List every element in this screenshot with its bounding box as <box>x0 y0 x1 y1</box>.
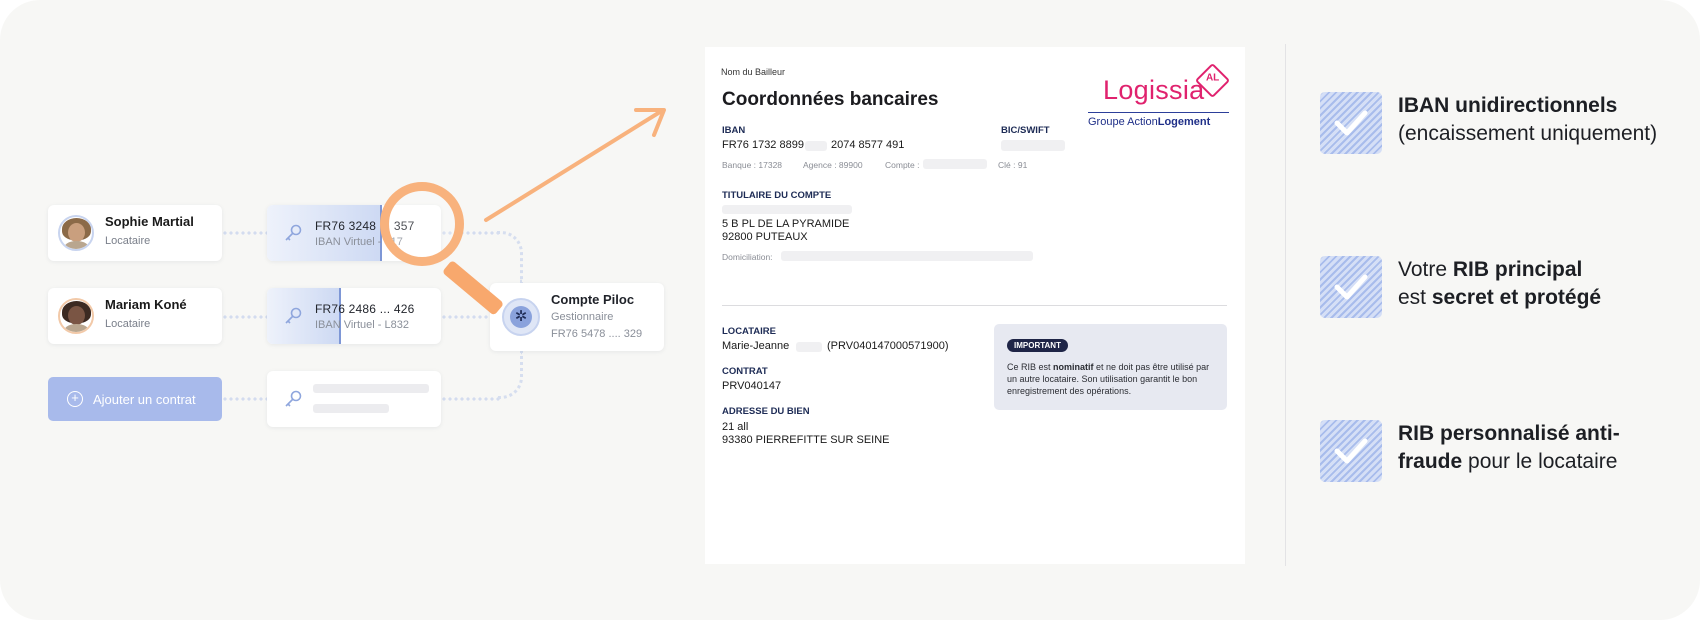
feature-text-bold: RIB personnalisé anti- <box>1398 422 1620 445</box>
connector-curve <box>497 231 523 283</box>
connector-line <box>441 396 501 402</box>
holder-address-line-2: 92800 PUTEAUX <box>722 231 808 243</box>
iban-label: IBAN Virtuel - L832 <box>315 319 409 331</box>
illustration-frame: Sophie Martial Locataire Mariam Koné Loc… <box>0 0 1700 620</box>
plus-circle-icon: + <box>67 391 83 407</box>
feature-text-bold: RIB principal <box>1452 258 1583 281</box>
tenant-role: Locataire <box>105 235 151 247</box>
contract-value: PRV040147 <box>722 380 782 392</box>
agency-code: Agence : 89900 <box>803 160 863 170</box>
placeholder-bar <box>313 384 429 393</box>
feature-text: Votre RIB principal est secret et protégé <box>1398 256 1601 312</box>
redacted-tenant <box>796 342 822 352</box>
brand-rule <box>1088 112 1229 113</box>
tenant-name: Sophie Martial <box>105 214 194 229</box>
connector-line <box>441 314 490 320</box>
contract-label: CONTRAT <box>722 366 768 377</box>
account-number: Compte : <box>885 160 920 170</box>
tenant-reference: (PRV040147000571900) <box>827 340 949 352</box>
piloc-logo-icon: ✲ <box>502 298 540 336</box>
tenant-role: Locataire <box>105 318 151 330</box>
notice-text-start: Ce RIB est <box>1007 362 1054 372</box>
bic-label: BIC/SWIFT <box>1001 125 1050 136</box>
feature-item: IBAN unidirectionnels (encaissement uniqu… <box>1320 92 1680 154</box>
magnifier-icon <box>380 182 464 266</box>
key-icon <box>283 223 303 248</box>
iban-label: IBAN <box>722 125 746 136</box>
redacted-iban <box>805 141 827 151</box>
document-title: Coordonnées bancaires <box>722 89 939 110</box>
tenant-name: Marie-Jeanne <box>722 340 790 352</box>
manager-account-name: Compte Piloc <box>551 292 635 307</box>
tenant-card[interactable]: Mariam Koné Locataire <box>48 288 222 344</box>
checkbox-icon <box>1320 92 1382 154</box>
redacted-account <box>923 159 987 169</box>
arrow-icon <box>484 108 666 222</box>
notice-text-bold: nominatif <box>1053 362 1094 372</box>
feature-text-normal: pour le locataire <box>1462 450 1618 473</box>
connector-curve <box>497 351 523 399</box>
manager-account-card[interactable]: ✲ Compte Piloc Gestionnaire FR76 5478 ..… <box>490 283 664 351</box>
feature-text-normal: est <box>1398 286 1432 309</box>
feature-text-bold: secret et protégé <box>1431 286 1602 309</box>
feature-text-bold: fraude <box>1398 450 1463 473</box>
tenant-card[interactable]: Sophie Martial Locataire <box>48 205 222 261</box>
property-address-line-2: 93380 PIERREFITTE SUR SEINE <box>722 434 890 446</box>
brand-name: Logissia <box>1103 75 1205 105</box>
connector-line <box>222 230 267 236</box>
avatar-icon <box>58 215 94 251</box>
holder-address-line-1: 5 B PL DE LA PYRAMIDE <box>722 218 850 230</box>
placeholder-iban-card <box>267 371 441 427</box>
add-contract-button[interactable]: + Ajouter un contrat <box>48 377 222 421</box>
brand-group-suffix: Logement <box>1157 116 1211 128</box>
key-icon <box>283 389 303 414</box>
property-address-label: ADRESSE DU BIEN <box>722 406 810 417</box>
brand-badge-text: AL <box>1205 72 1220 84</box>
manager-account-role: Gestionnaire <box>551 311 614 323</box>
rib-document: Nom du Bailleur Coordonnées bancaires Lo… <box>705 47 1245 564</box>
checkbox-icon <box>1320 420 1382 482</box>
iban-number: FR76 2486 ... 426 <box>315 302 415 316</box>
tenant-name: Mariam Koné <box>105 297 187 312</box>
feature-text-normal: Votre <box>1398 258 1453 281</box>
checkbox-icon <box>1320 256 1382 318</box>
property-address-line-1: 21 all <box>722 421 749 433</box>
tenant-label: LOCATAIRE <box>722 326 777 337</box>
domiciliation-label: Domiciliation: <box>722 252 773 262</box>
important-notice: IMPORTANT Ce RIB est nominatif et ne doi… <box>994 324 1227 410</box>
redacted-domiciliation <box>781 251 1033 261</box>
card-highlight-bar <box>339 288 341 344</box>
account-holder-label: TITULAIRE DU COMPTE <box>722 190 832 201</box>
iban-part-1: FR76 1732 8899 <box>722 139 804 151</box>
avatar-icon <box>58 298 94 334</box>
placeholder-bar <box>313 404 389 413</box>
vertical-divider <box>1285 44 1286 566</box>
feature-item: RIB personnalisé anti-fraude pour le loc… <box>1320 420 1680 482</box>
important-text: Ce RIB est nominatif et ne doit pas être… <box>1007 361 1220 397</box>
bank-code: Banque : 17328 <box>722 160 783 170</box>
feature-text: RIB personnalisé anti-fraude pour le loc… <box>1398 420 1620 476</box>
connector-line <box>222 396 267 402</box>
brand-group: Groupe ActionLogement <box>1088 116 1210 128</box>
feature-text: IBAN unidirectionnels (encaissement uniqu… <box>1398 92 1657 148</box>
redacted-holder <box>722 205 852 214</box>
manager-account-iban: FR76 5478 .... 329 <box>551 328 643 340</box>
connector-line <box>222 314 267 320</box>
brand-group-prefix: Groupe Action <box>1088 116 1158 128</box>
logissia-logo: Logissia AL Groupe ActionLogement <box>1081 57 1233 128</box>
add-contract-label: Ajouter un contrat <box>93 392 196 407</box>
feature-text-bold: IBAN unidirectionnels <box>1398 94 1618 117</box>
iban-part-2: 2074 8577 491 <box>831 139 905 151</box>
redacted-bic <box>1001 140 1065 151</box>
important-tag: IMPORTANT <box>1007 339 1068 352</box>
virtual-iban-card[interactable]: FR76 2486 ... 426 IBAN Virtuel - L832 <box>267 288 441 344</box>
document-divider <box>722 305 1227 306</box>
feature-text-normal: (encaissement uniquement) <box>1398 122 1658 145</box>
key-icon <box>283 306 303 331</box>
bailleur-label: Nom du Bailleur <box>721 67 786 77</box>
rib-key: Clé : 91 <box>998 160 1028 170</box>
feature-item: Votre RIB principal est secret et protégé <box>1320 256 1680 318</box>
card-highlight <box>267 288 340 344</box>
